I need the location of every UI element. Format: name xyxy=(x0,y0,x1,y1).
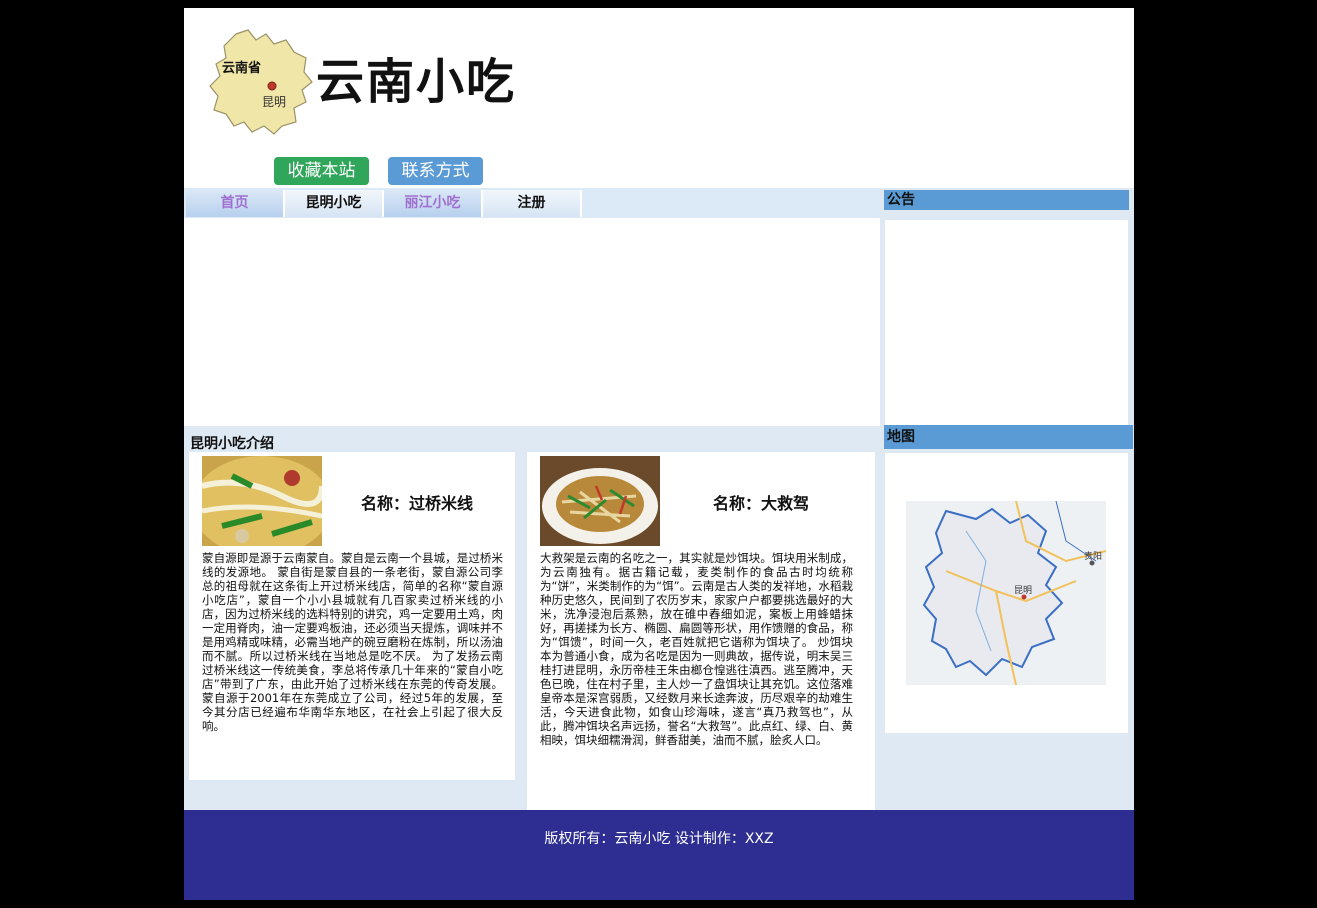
map-label-kunming: 昆明 xyxy=(1014,585,1032,596)
site-title: 云南小吃 xyxy=(316,54,517,110)
snack-name: 名称：大救驾 xyxy=(713,494,810,513)
logo-city-label: 昆明 xyxy=(262,95,286,109)
notice-box xyxy=(885,220,1128,426)
map-box: 昆明 贵阳 xyxy=(885,453,1128,733)
banner-area xyxy=(184,218,880,426)
bookmark-site-button[interactable]: 收藏本站 xyxy=(274,157,369,185)
region-map-image[interactable]: 昆明 贵阳 xyxy=(906,501,1106,685)
snack-card: 名称：过桥米线 蒙自源即是源于云南蒙自。蒙自是云南一个县城，是过桥米线的发源地。… xyxy=(189,452,515,780)
nav-item-kunming-snacks[interactable]: 昆明小吃 xyxy=(285,190,384,217)
right-sidebar: 公告 地图 昆明 贵阳 xyxy=(880,188,1134,810)
nav-item-register[interactable]: 注册 xyxy=(483,190,582,217)
footer: 版权所有：云南小吃 设计制作：XXZ xyxy=(184,810,1134,900)
nav-item-home[interactable]: 首页 xyxy=(186,190,285,217)
snack-photo-noodles xyxy=(202,456,322,546)
header: 云南省 昆明 云南小吃 收藏本站 联系方式 xyxy=(184,8,1134,188)
snack-photo-fried-rice-cake xyxy=(540,456,660,546)
contact-button[interactable]: 联系方式 xyxy=(388,157,483,185)
main-nav: 首页 昆明小吃 丽江小吃 注册 xyxy=(184,188,880,218)
footer-copyright: 版权所有：云南小吃 设计制作：XXZ xyxy=(544,831,774,847)
intro-title: 昆明小吃介绍 xyxy=(190,436,274,452)
page: 云南省 昆明 云南小吃 收藏本站 联系方式 首页 昆明小吃 丽江小吃 注册 公告… xyxy=(184,8,1134,900)
snack-name: 名称：过桥米线 xyxy=(361,494,474,513)
notice-title: 公告 xyxy=(884,190,1129,210)
intro-section: 昆明小吃介绍 名称：过桥米线 蒙自源即是源于云南蒙自。蒙自是云南一个县城，是过桥… xyxy=(184,426,880,810)
yunnan-map-logo: 云南省 昆明 xyxy=(209,29,313,135)
snack-description: 蒙自源即是源于云南蒙自。蒙自是云南一个县城，是过桥米线的发源地。 蒙自街是蒙自县… xyxy=(202,551,503,733)
snack-description: 大救架是云南的名吃之一，其实就是炒饵块。饵块用米制成，为云南独有。据古籍记载，麦… xyxy=(540,551,853,747)
map-label-guiyang: 贵阳 xyxy=(1084,550,1102,562)
nav-item-lijiang-snacks[interactable]: 丽江小吃 xyxy=(384,190,483,217)
map-title: 地图 xyxy=(884,425,1133,449)
snack-card: 名称：大救驾 大救架是云南的名吃之一，其实就是炒饵块。饵块用米制成，为云南独有。… xyxy=(527,452,875,810)
logo-province-label: 云南省 xyxy=(222,60,261,76)
